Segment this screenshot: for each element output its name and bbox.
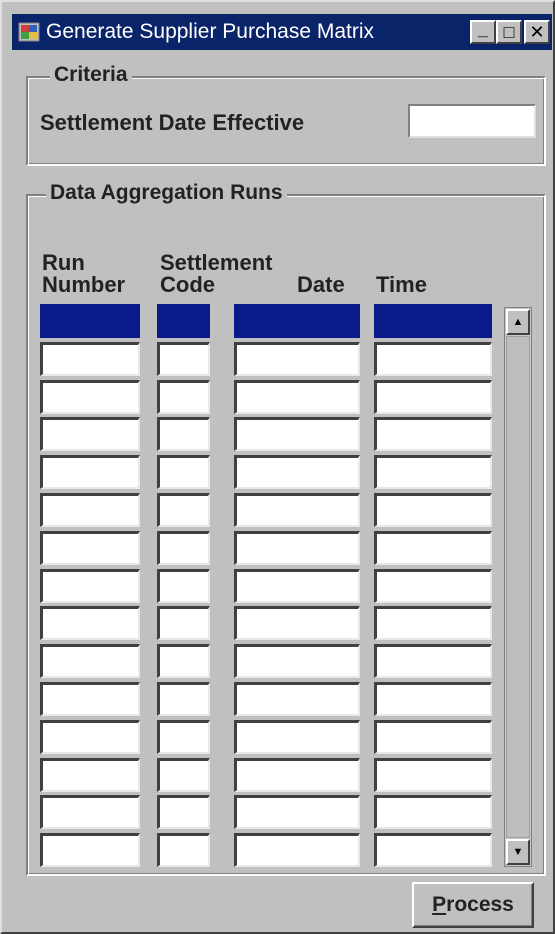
date-cell[interactable] xyxy=(234,757,360,792)
time-cell[interactable] xyxy=(374,530,492,565)
date-cell[interactable] xyxy=(234,682,360,716)
time-cell[interactable] xyxy=(374,341,492,376)
run-number-cell[interactable] xyxy=(40,417,140,452)
close-icon: ✕ xyxy=(529,22,545,42)
maximize-button[interactable]: □ xyxy=(496,20,522,44)
scroll-up-icon: ▲ xyxy=(512,316,524,328)
date-cell[interactable] xyxy=(234,568,360,603)
title-bar[interactable]: Generate Supplier Purchase Matrix _ □ ✕ xyxy=(12,14,552,50)
time-cell[interactable] xyxy=(374,833,492,868)
settlement-date-field[interactable] xyxy=(408,104,536,138)
code-cell[interactable] xyxy=(157,568,210,603)
app-icon xyxy=(18,22,40,42)
run-number-cell[interactable] xyxy=(40,795,140,830)
run-number-cell[interactable] xyxy=(40,530,140,565)
criteria-legend: Criteria xyxy=(50,63,132,87)
date-cell[interactable] xyxy=(234,530,360,565)
code-cell[interactable] xyxy=(157,341,210,376)
scroll-track[interactable] xyxy=(506,336,530,838)
maximize-icon: □ xyxy=(503,22,515,42)
header-code: Code xyxy=(160,272,215,297)
header-settlement: Settlement xyxy=(160,250,273,275)
time-cell[interactable] xyxy=(374,455,492,490)
date-cell[interactable] xyxy=(234,833,360,868)
run-number-cell[interactable] xyxy=(40,682,140,716)
code-cell[interactable] xyxy=(157,682,210,716)
process-label: rocess xyxy=(446,893,514,916)
code-cell[interactable] xyxy=(157,304,210,338)
date-cell[interactable] xyxy=(234,455,360,490)
time-cell[interactable] xyxy=(374,493,492,527)
run-number-cell[interactable] xyxy=(40,341,140,376)
code-cell[interactable] xyxy=(157,455,210,490)
run-number-cell[interactable] xyxy=(40,606,140,641)
minimize-button[interactable]: _ xyxy=(470,20,496,44)
scroll-down-button[interactable]: ▼ xyxy=(506,839,530,865)
main-window: Generate Supplier Purchase Matrix _ □ ✕ … xyxy=(0,0,555,934)
time-cell[interactable] xyxy=(374,795,492,830)
date-cell[interactable] xyxy=(234,719,360,754)
time-cell[interactable] xyxy=(374,606,492,641)
process-button[interactable]: Process xyxy=(412,882,534,928)
close-button[interactable]: ✕ xyxy=(524,20,550,44)
time-cell[interactable] xyxy=(374,719,492,754)
code-cell[interactable] xyxy=(157,417,210,452)
time-cell[interactable] xyxy=(374,417,492,452)
code-cell[interactable] xyxy=(157,795,210,830)
settlement-date-label: Settlement Date Effective xyxy=(40,110,305,135)
time-cell[interactable] xyxy=(374,644,492,679)
code-cell[interactable] xyxy=(157,833,210,868)
code-cell[interactable] xyxy=(157,644,210,679)
run-number-cell[interactable] xyxy=(40,379,140,414)
date-cell[interactable] xyxy=(234,493,360,527)
window-title: Generate Supplier Purchase Matrix xyxy=(46,20,374,43)
date-cell[interactable] xyxy=(234,606,360,641)
scroll-up-button[interactable]: ▲ xyxy=(506,309,530,335)
date-cell[interactable] xyxy=(234,341,360,376)
code-cell[interactable] xyxy=(157,493,210,527)
date-cell[interactable] xyxy=(234,795,360,830)
code-cell[interactable] xyxy=(157,530,210,565)
date-cell[interactable] xyxy=(234,644,360,679)
code-cell[interactable] xyxy=(157,606,210,641)
time-cell[interactable] xyxy=(374,757,492,792)
date-cell[interactable] xyxy=(234,379,360,414)
scroll-down-icon: ▼ xyxy=(512,846,524,858)
minimize-icon: _ xyxy=(477,19,488,39)
run-number-cell[interactable] xyxy=(40,304,140,338)
process-mnemonic: P xyxy=(432,893,447,916)
date-cell[interactable] xyxy=(234,417,360,452)
code-cell[interactable] xyxy=(157,757,210,792)
header-time: Time xyxy=(376,272,427,297)
runs-scrollbar[interactable]: ▲ ▼ xyxy=(504,307,532,867)
header-run: Run Number xyxy=(42,252,125,296)
time-cell[interactable] xyxy=(374,379,492,414)
run-number-cell[interactable] xyxy=(40,493,140,527)
runs-legend: Data Aggregation Runs xyxy=(46,181,287,205)
run-number-cell[interactable] xyxy=(40,757,140,792)
time-cell[interactable] xyxy=(374,568,492,603)
time-cell[interactable] xyxy=(374,304,492,338)
run-number-cell[interactable] xyxy=(40,719,140,754)
run-number-cell[interactable] xyxy=(40,455,140,490)
run-number-cell[interactable] xyxy=(40,568,140,603)
header-date: Date xyxy=(297,272,345,297)
run-number-cell[interactable] xyxy=(40,833,140,868)
run-number-cell[interactable] xyxy=(40,644,140,679)
code-cell[interactable] xyxy=(157,719,210,754)
header-run-line2: Number xyxy=(42,272,126,297)
date-cell[interactable] xyxy=(234,304,360,338)
time-cell[interactable] xyxy=(374,682,492,716)
code-cell[interactable] xyxy=(157,379,210,414)
